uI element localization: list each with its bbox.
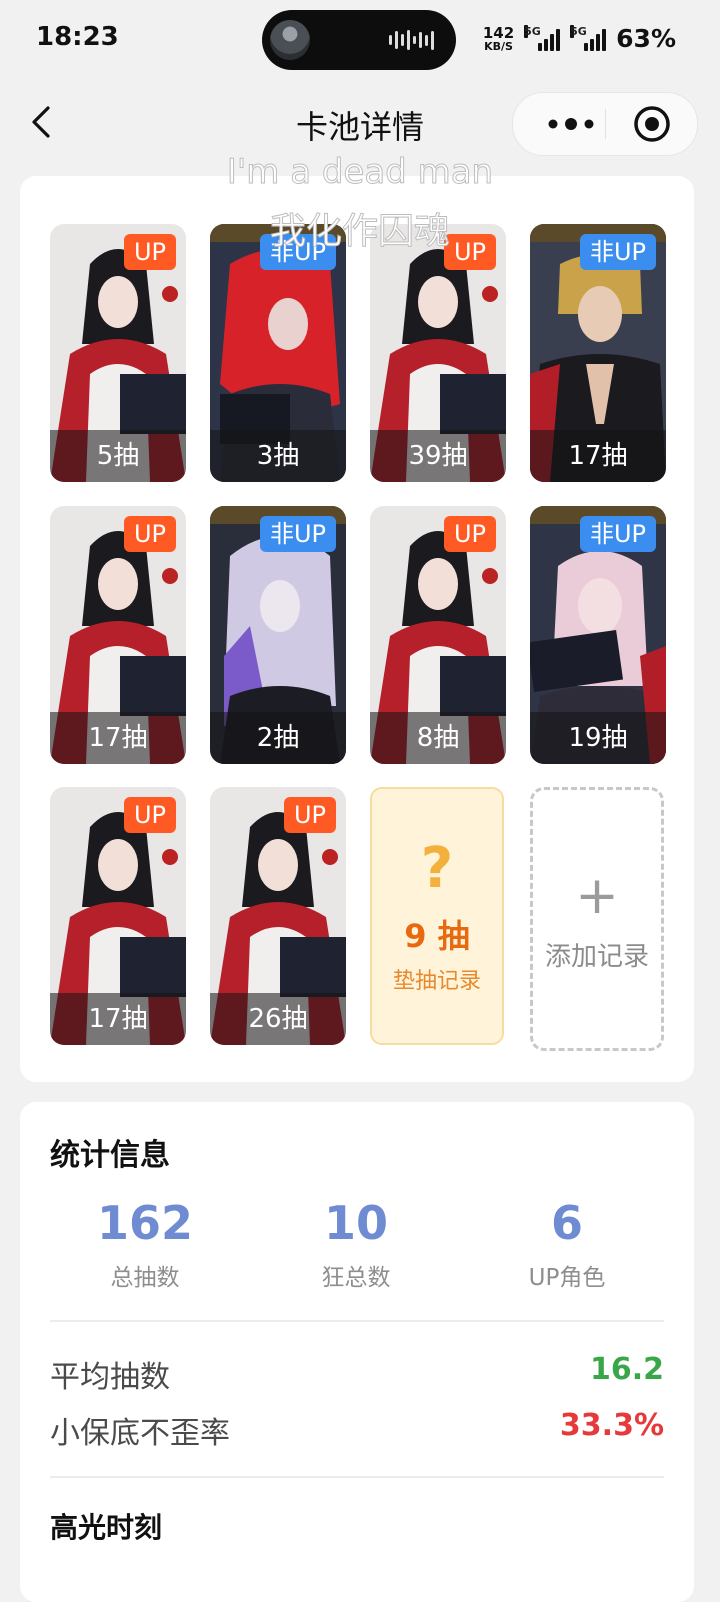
plus-icon: + (575, 866, 619, 926)
up-badge: UP (443, 516, 496, 552)
capsule-divider (605, 109, 606, 139)
stat-label: 总抽数 (110, 1265, 180, 1291)
record-card[interactable]: 非UP 17抽 (530, 224, 666, 482)
status-time: 18:23 (36, 22, 119, 52)
win-rate-label: 小保底不歪率 (50, 1416, 230, 1451)
record-card[interactable]: UP 39抽 (370, 224, 506, 482)
record-card[interactable]: 非UP 2抽 (210, 506, 346, 764)
stat-value: 10 (323, 1196, 388, 1250)
question-mark-icon: ? (420, 836, 454, 901)
miniprogram-capsule (512, 92, 698, 156)
win-rate-value: 33.3% (559, 1408, 664, 1443)
record-card[interactable]: UP 8抽 (370, 506, 506, 764)
pull-count: 39抽 (370, 430, 506, 482)
stat-value: 6 (550, 1196, 583, 1250)
audio-wave-icon (389, 30, 434, 50)
pull-count: 19抽 (530, 712, 666, 764)
stat-label: UP角色 (528, 1265, 606, 1291)
record-card[interactable]: 非UP 3抽 (210, 224, 346, 482)
more-icon[interactable] (543, 115, 599, 133)
status-bar: 18:23 142 KB/S 5G 5G 63% (0, 0, 720, 80)
stat-total-pulls: 162 总抽数 (45, 1194, 245, 1292)
record-card[interactable]: UP 17抽 (50, 787, 186, 1045)
dynamic-island[interactable] (262, 10, 456, 70)
status-indicators: 142 KB/S 5G 5G 63% (483, 24, 676, 53)
avg-pulls-row: 平均抽数 16.2 (50, 1352, 664, 1396)
statistics-panel: 统计信息 162 总抽数 10 狂总数 6 UP角色 平均抽数 16.2 小保底… (20, 1102, 694, 1602)
pull-count: 17抽 (530, 430, 666, 482)
record-card[interactable]: 非UP 19抽 (530, 506, 666, 764)
pull-count: 5抽 (50, 430, 186, 482)
statistics-title: 统计信息 (50, 1138, 170, 1173)
signal-sim2-icon: 5G (570, 24, 607, 51)
lyric-overlay-line1: I'm a dead man (226, 152, 494, 193)
highlight-title: 高光时刻 (50, 1511, 163, 1544)
network-speed: 142 KB/S (482, 23, 515, 53)
win-rate-row: 小保底不歪率 33.3% (50, 1408, 664, 1452)
stat-total-count: 10 狂总数 (256, 1194, 456, 1292)
pity-label: 垫抽记录 (392, 969, 481, 994)
add-record-button[interactable]: + 添加记录 (530, 787, 664, 1051)
record-card[interactable]: UP 5抽 (50, 224, 186, 482)
pull-count: 3抽 (210, 430, 346, 482)
record-card[interactable]: UP 26抽 (210, 787, 346, 1045)
divider (50, 1476, 664, 1478)
pull-count: 17抽 (50, 712, 186, 764)
battery-level: 63% (616, 24, 676, 53)
avg-pulls-label: 平均抽数 (50, 1360, 170, 1395)
pull-count: 8抽 (370, 712, 506, 764)
signal-sim1-icon: 5G (524, 24, 561, 51)
pity-record-card[interactable]: ? 9 抽 垫抽记录 (370, 787, 504, 1045)
pity-count: 9 抽 (404, 917, 470, 955)
divider (50, 1320, 664, 1322)
close-miniprogram-icon[interactable] (633, 105, 671, 143)
non-up-badge: 非UP (259, 516, 336, 552)
stat-up-characters: 6 UP角色 (467, 1194, 667, 1292)
non-up-badge: 非UP (579, 516, 656, 552)
pull-count: 17抽 (50, 993, 186, 1045)
stat-label: 狂总数 (321, 1265, 391, 1291)
stat-value: 162 (96, 1196, 194, 1250)
up-badge: UP (283, 797, 336, 833)
record-card[interactable]: UP 17抽 (50, 506, 186, 764)
pull-count: 2抽 (210, 712, 346, 764)
add-record-label: 添加记录 (544, 942, 649, 972)
lyric-overlay-line2: 我化作囚魂 (269, 211, 450, 253)
pull-count: 26抽 (210, 993, 346, 1045)
nav-bar: 卡池详情 (0, 84, 720, 160)
media-avatar (270, 20, 310, 60)
up-badge: UP (123, 797, 176, 833)
pull-records-panel: UP 5抽 非UP 3抽 UP 39抽 非UP 17抽 UP 17抽 非UP 2… (20, 176, 694, 1082)
avg-pulls-value: 16.2 (589, 1352, 664, 1387)
up-badge: UP (123, 516, 176, 552)
